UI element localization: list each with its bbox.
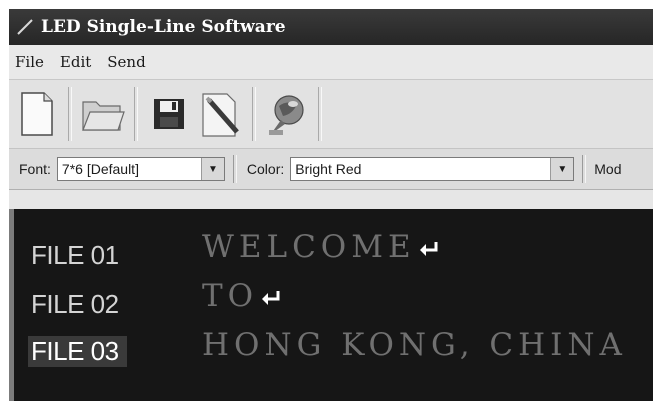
save-icon xyxy=(154,99,184,129)
edit-button[interactable] xyxy=(195,86,247,142)
fontbar-separator xyxy=(582,155,587,183)
menu-bar: File Edit Send xyxy=(9,45,653,80)
color-label: Color: xyxy=(246,161,285,177)
toolbar-separator xyxy=(134,87,138,141)
message-line-01[interactable]: WELCOME xyxy=(202,229,440,265)
message-line-02[interactable]: TO xyxy=(202,278,282,314)
message-line-03[interactable]: HONG KONG, CHINA xyxy=(202,327,627,363)
title-bar: LED Single-Line Software xyxy=(9,9,653,45)
new-file-button[interactable] xyxy=(11,86,63,142)
edit-pen-icon xyxy=(202,93,239,137)
toolbar-separator xyxy=(68,87,72,141)
window-title: LED Single-Line Software xyxy=(41,17,286,37)
open-button[interactable] xyxy=(77,86,129,142)
send-button[interactable] xyxy=(261,86,313,142)
toolbar xyxy=(9,80,653,149)
menu-edit[interactable]: Edit xyxy=(52,53,99,71)
chevron-down-icon[interactable]: ▼ xyxy=(200,158,224,180)
file-label-01[interactable]: FILE 01 xyxy=(31,240,119,271)
app-pen-icon xyxy=(15,17,37,37)
color-select-value: Bright Red xyxy=(295,161,362,177)
menu-file[interactable]: File xyxy=(9,53,52,71)
send-globe-icon xyxy=(269,95,304,135)
app-window: LED Single-Line Software File Edit Send xyxy=(9,9,653,401)
toolbar-separator xyxy=(252,87,256,141)
font-bar: Font: 7*6 [Default] ▼ Color: Bright Red … xyxy=(9,149,653,190)
open-folder-icon xyxy=(82,101,125,131)
return-icon xyxy=(262,290,280,305)
return-icon xyxy=(419,241,438,256)
led-message-display[interactable]: FILE 01 WELCOME FILE 02 TO FILE 03 HONG … xyxy=(9,209,653,401)
save-button[interactable] xyxy=(143,86,195,142)
file-label-02[interactable]: FILE 02 xyxy=(31,289,119,320)
font-select-value: 7*6 [Default] xyxy=(61,161,139,177)
toolbar-separator xyxy=(318,87,322,141)
font-label: Font: xyxy=(19,161,51,177)
font-select[interactable]: 7*6 [Default] ▼ xyxy=(56,157,225,181)
fontbar-separator xyxy=(232,155,237,183)
file-label-03[interactable]: FILE 03 xyxy=(28,336,127,367)
menu-send[interactable]: Send xyxy=(99,53,153,71)
chevron-down-icon[interactable]: ▼ xyxy=(550,158,574,180)
mode-label: Mod xyxy=(594,161,622,177)
color-select[interactable]: Bright Red ▼ xyxy=(290,157,575,181)
new-file-icon xyxy=(21,92,53,136)
